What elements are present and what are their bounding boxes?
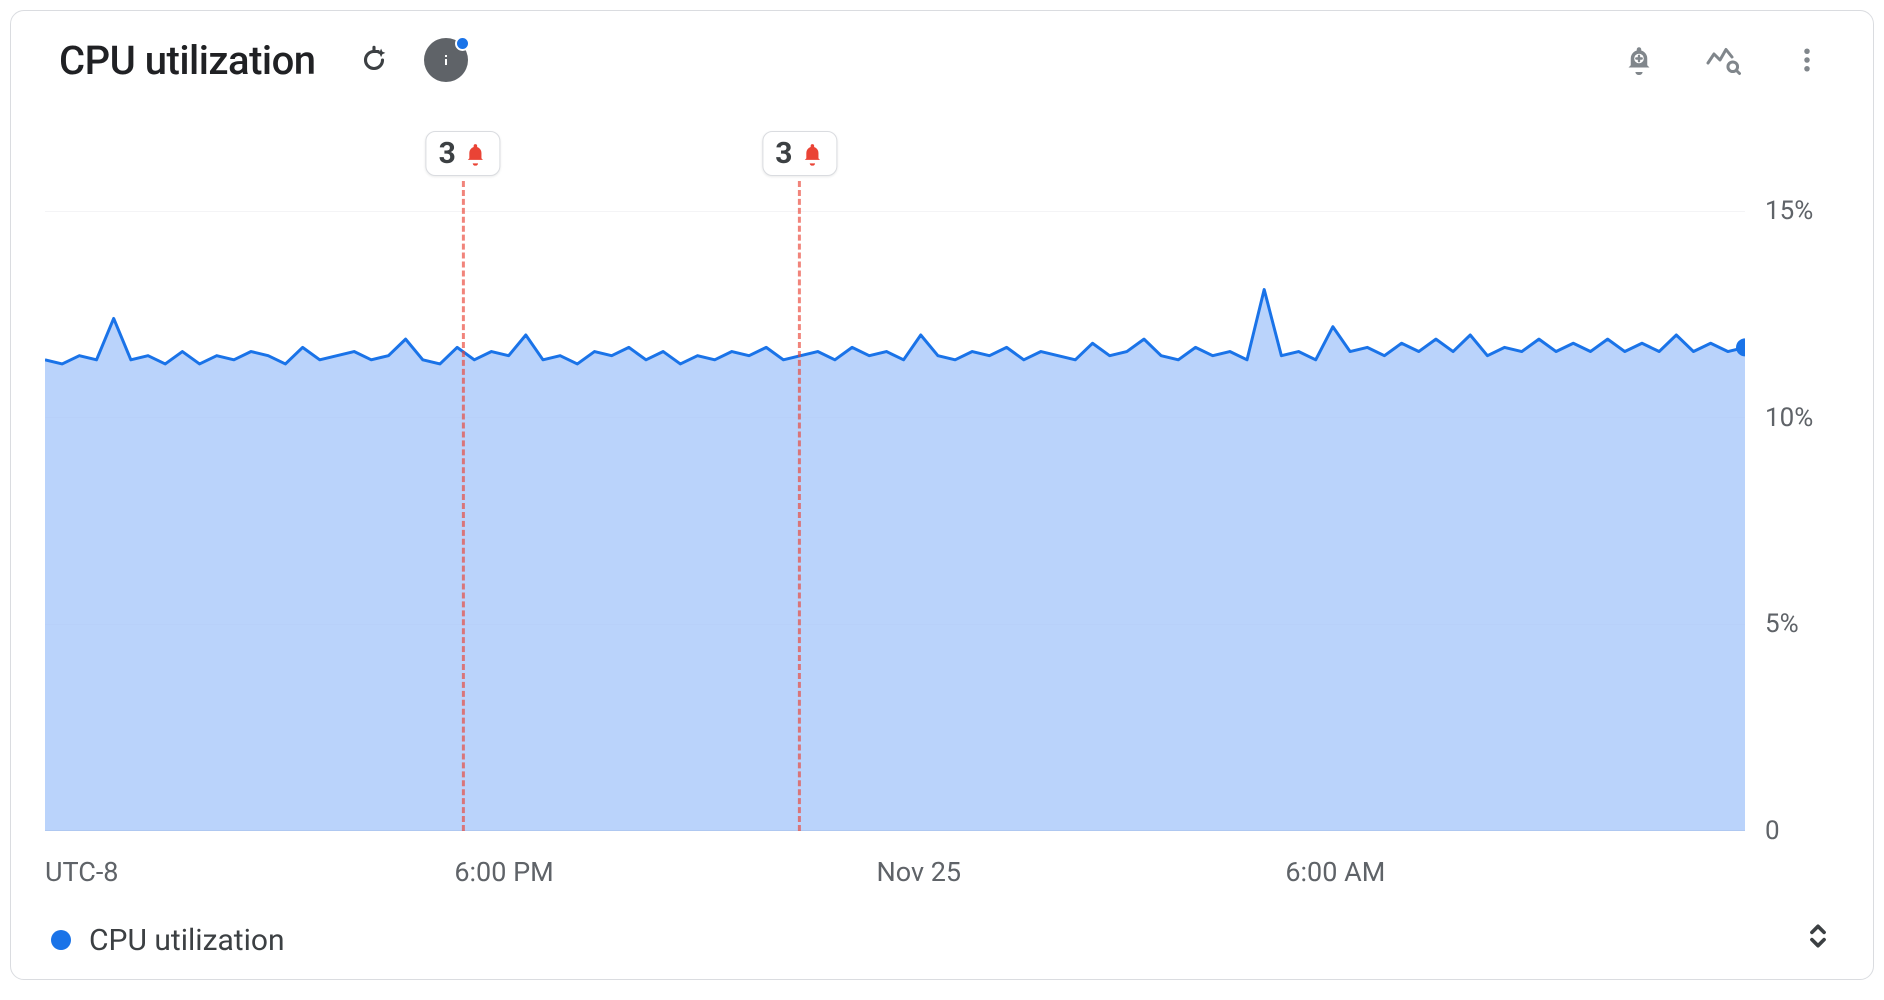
info-icon[interactable] (424, 38, 468, 82)
header-right-icons (1617, 38, 1849, 82)
chart-title: CPU utilization (59, 37, 316, 84)
y-tick-label: 15% (1765, 196, 1813, 226)
bell-icon (462, 140, 490, 168)
timezone-label: UTC-8 (45, 856, 118, 888)
x-tick-label: 6:00 PM (454, 856, 553, 888)
legend-row: CPU utilization (51, 919, 1833, 961)
bell-icon (798, 140, 826, 168)
alert-count: 3 (439, 136, 456, 171)
chart-card: CPU utilization (10, 10, 1874, 980)
alert-pill[interactable]: 3 (426, 131, 501, 176)
alert-line (798, 181, 801, 831)
chart-header: CPU utilization (11, 11, 1873, 91)
alert-count: 3 (775, 136, 792, 171)
y-axis: 05%10%15% (1755, 211, 1875, 831)
alert-line (462, 181, 465, 831)
x-tick-label: 6:00 AM (1285, 856, 1385, 888)
more-options-icon[interactable] (1785, 38, 1829, 82)
plot[interactable] (45, 211, 1745, 831)
header-left-icons (352, 38, 468, 82)
legend-label[interactable]: CPU utilization (89, 923, 285, 958)
y-tick-label: 10% (1765, 403, 1813, 433)
x-axis: UTC-8 6:00 PM Nov 25 6:00 AM (45, 856, 1745, 896)
alert-marker[interactable]: 3 (426, 131, 501, 176)
y-tick-label: 5% (1765, 609, 1799, 639)
plot-svg (45, 211, 1745, 831)
create-alert-icon[interactable] (1617, 38, 1661, 82)
legend-color-dot (51, 930, 71, 950)
y-tick-label: 0 (1765, 816, 1780, 846)
alert-marker[interactable]: 3 (762, 131, 837, 176)
explore-metrics-icon[interactable] (1701, 38, 1745, 82)
insights-refresh-icon[interactable] (352, 38, 396, 82)
x-tick-label: Nov 25 (877, 856, 962, 888)
chart-area: 3 3 05%10%15% (45, 131, 1849, 831)
expand-legend-icon[interactable] (1803, 919, 1833, 961)
alert-pill[interactable]: 3 (762, 131, 837, 176)
info-badge-dot (455, 36, 470, 51)
